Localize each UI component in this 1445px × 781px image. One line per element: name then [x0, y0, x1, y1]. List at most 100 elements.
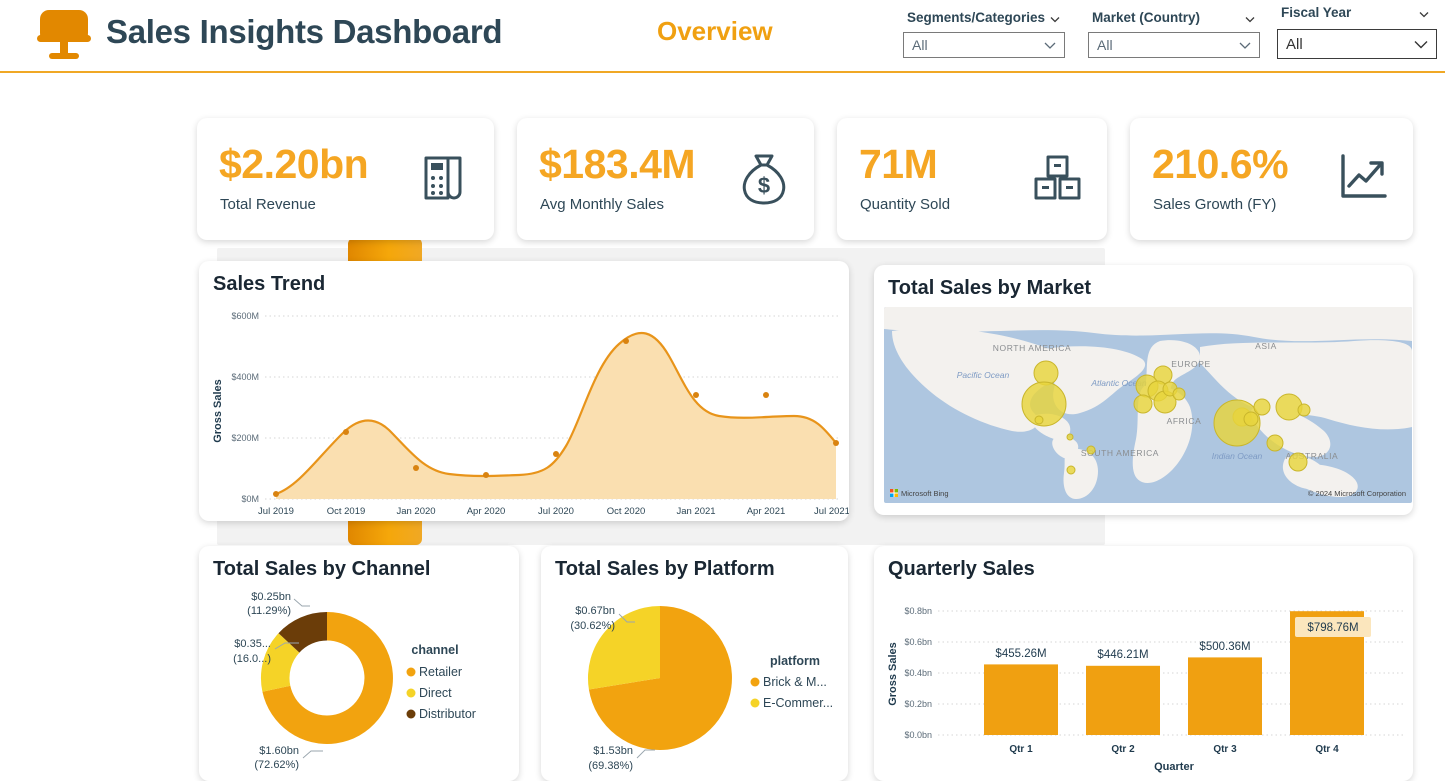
accent-bar-top [348, 238, 422, 262]
x-tick: Jul 2019 [258, 506, 294, 517]
panel-sales-trend[interactable]: Sales Trend $600M $400M $200M $0M Gross … [199, 261, 849, 521]
map-ocean-label: Pacific Ocean [957, 370, 1010, 380]
x-tick: Apr 2021 [747, 506, 786, 517]
panel-sales-by-market[interactable]: Total Sales by Market NORTH AMERICA SOUT… [874, 265, 1413, 515]
y-axis-title: Gross Sales [212, 379, 224, 443]
legend-swatch-ecommerce [751, 699, 760, 708]
kpi-card-sales-growth[interactable]: 210.6% Sales Growth (FY) [1130, 118, 1413, 240]
y-tick: $0.6bn [904, 637, 932, 647]
slicer-dropdown[interactable]: All [903, 32, 1065, 58]
slicer-label: Fiscal Year [1281, 5, 1351, 20]
x-tick: Apr 2020 [467, 506, 506, 517]
slicer-label: Market (Country) [1092, 10, 1200, 25]
legend-swatch-distributor [407, 710, 416, 719]
channel-legend[interactable]: channel Retailer Direct Distributor [407, 643, 476, 721]
kpi-card-quantity-sold[interactable]: 71M Quantity Sold [837, 118, 1107, 240]
kpi-label: Avg Monthly Sales [540, 196, 664, 213]
kpi-value: $2.20bn [219, 141, 368, 188]
panel-title: Total Sales by Platform [555, 558, 775, 581]
bar-qtr3[interactable] [1188, 657, 1262, 735]
app-title: Sales Insights Dashboard [106, 13, 502, 51]
accent-bar-bottom [348, 519, 422, 545]
kpi-card-total-revenue[interactable]: $2.20bn Total Revenue [197, 118, 494, 240]
kpi-card-avg-monthly-sales[interactable]: $183.4M Avg Monthly Sales $ [517, 118, 814, 240]
receipt-icon [414, 148, 474, 208]
page-title: Overview [657, 16, 773, 47]
sales-trend-chart[interactable]: $600M $400M $200M $0M Gross Sales Jul 20… [199, 306, 849, 521]
y-tick: $0.0bn [904, 730, 932, 740]
chevron-down-icon[interactable] [1417, 7, 1431, 21]
legend-title: platform [770, 654, 820, 668]
bar-qtr2[interactable] [1086, 666, 1160, 735]
legend-label: Retailer [419, 665, 462, 679]
donut-label-pct: (72.62%) [254, 759, 299, 771]
kpi-label: Total Revenue [220, 196, 316, 213]
x-tick: Oct 2019 [327, 506, 366, 517]
boxes-icon [1027, 148, 1087, 208]
bar-value-label: $455.26M [995, 648, 1046, 660]
monitor-icon [36, 10, 92, 62]
panel-sales-by-platform[interactable]: Total Sales by Platform $1.53bn (69.38%)… [541, 546, 848, 781]
legend-label: E-Commer... [763, 696, 833, 710]
x-category: Qtr 4 [1315, 744, 1339, 755]
map-region-label: NORTH AMERICA [993, 343, 1072, 353]
panel-title: Quarterly Sales [888, 558, 1035, 581]
svg-text:$: $ [758, 173, 770, 198]
chevron-down-icon[interactable] [1412, 35, 1430, 53]
x-category: Qtr 3 [1213, 744, 1237, 755]
y-tick: $200M [231, 433, 259, 443]
x-axis-title: Quarter [1154, 761, 1194, 773]
legend-swatch-brick-and-mortar [751, 678, 760, 687]
x-category: Qtr 2 [1111, 744, 1135, 755]
slicer-value: All [912, 37, 928, 53]
legend-title: channel [411, 643, 458, 657]
trend-up-icon [1333, 148, 1393, 208]
legend-label: Brick & M... [763, 675, 827, 689]
pie-label-value: $0.67bn [575, 605, 615, 617]
y-tick: $400M [231, 372, 259, 382]
donut-label-pct: (11.29%) [247, 605, 291, 617]
bar-value-callout: $798.76M [1295, 617, 1371, 637]
bar-qtr1[interactable] [984, 664, 1058, 735]
channel-donut-chart[interactable]: $1.60bn (72.62%) $0.35... (16.0...) $0.2… [199, 586, 519, 776]
panel-sales-by-channel[interactable]: Total Sales by Channel $1.60bn (72.62%) … [199, 546, 519, 781]
chevron-down-icon[interactable] [1042, 37, 1058, 53]
kpi-value: 71M [859, 141, 937, 188]
x-category: Qtr 1 [1009, 744, 1033, 755]
slicer-dropdown[interactable]: All [1277, 29, 1437, 59]
map-region-label: ASIA [1255, 341, 1277, 351]
bar-value-label: $500.36M [1199, 641, 1250, 653]
slicer-dropdown[interactable]: All [1088, 32, 1260, 58]
chevron-down-icon[interactable] [1243, 12, 1257, 26]
y-tick: $0.4bn [904, 668, 932, 678]
slicer-value: All [1097, 37, 1113, 53]
x-tick: Jul 2021 [814, 506, 849, 517]
world-map[interactable]: NORTH AMERICA SOUTH AMERICA EUROPE AFRIC… [884, 307, 1412, 503]
map-region-label: EUROPE [1171, 359, 1211, 369]
y-axis-title: Gross Sales [887, 642, 899, 706]
bar-value-label: $798.76M [1307, 622, 1358, 634]
map-copyright: © 2024 Microsoft Corporation [1308, 489, 1406, 498]
bar-value-label: $446.21M [1097, 649, 1148, 661]
x-tick: Jul 2020 [538, 506, 574, 517]
pie-label-value: $1.53bn [593, 745, 633, 757]
legend-label: Direct [419, 686, 452, 700]
platform-pie-chart[interactable]: $1.53bn (69.38%) $0.67bn (30.62%) platfo… [541, 586, 848, 776]
legend-label: Distributor [419, 707, 476, 721]
kpi-value: 210.6% [1152, 141, 1288, 188]
panel-title: Total Sales by Market [888, 277, 1091, 300]
kpi-value: $183.4M [539, 141, 695, 188]
donut-label-pct: (16.0...) [233, 653, 271, 665]
chevron-down-icon[interactable] [1048, 12, 1062, 26]
donut-slices[interactable] [261, 612, 393, 744]
x-tick: Jan 2021 [676, 506, 715, 517]
donut-label-value: $0.25bn [251, 591, 291, 603]
platform-legend[interactable]: platform Brick & M... E-Commer... [751, 654, 834, 710]
quarterly-bar-chart[interactable]: $0.8bn $0.6bn $0.4bn $0.2bn $0.0bn Gross… [874, 586, 1413, 776]
map-region-label: AFRICA [1167, 416, 1202, 426]
legend-swatch-direct [407, 689, 416, 698]
panel-quarterly-sales[interactable]: Quarterly Sales $0.8bn $0.6bn $0.4bn $0.… [874, 546, 1413, 781]
chevron-down-icon[interactable] [1237, 37, 1253, 53]
y-tick: $600M [231, 311, 259, 321]
x-tick: Oct 2020 [607, 506, 646, 517]
